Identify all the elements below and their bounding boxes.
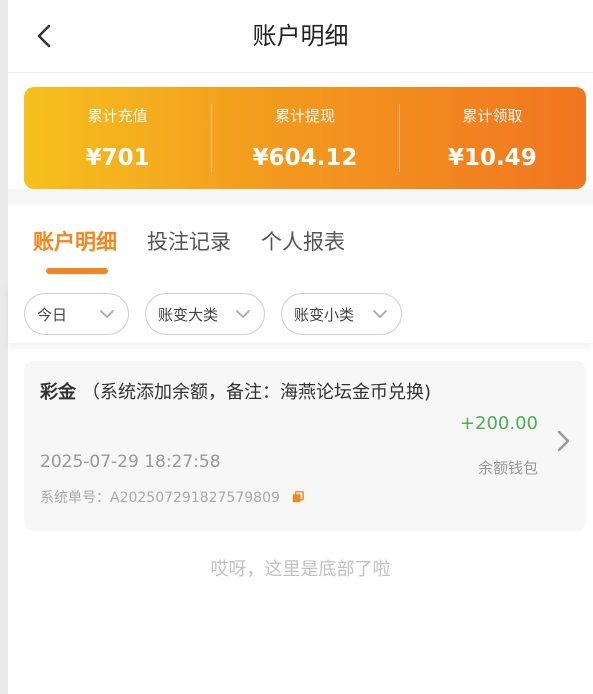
account-details-page: 账户明细 累计充值 ¥701 累计提现 ¥604.12 累计领取 ¥10.49 …	[8, 0, 593, 694]
order-number-text: 系统单号：A202507291827579809	[40, 490, 280, 506]
filter-bar: 今日 账变大类 账变小类	[8, 283, 593, 343]
summary-label: 累计领取	[462, 107, 523, 125]
filter-label: 账变大类	[158, 306, 219, 324]
tab-bet-records[interactable]: 投注记录	[147, 228, 231, 256]
page-title: 账户明细	[252, 22, 349, 50]
active-tab-indicator	[46, 268, 108, 274]
section-divider	[8, 189, 593, 205]
filter-label: 今日	[37, 306, 68, 324]
record-remark: （系统添加余额，备注：海燕论坛金币兑换)	[82, 382, 432, 403]
summary-value: ¥10.49	[447, 145, 537, 171]
record-time: 2025-07-29 18:27:58	[40, 452, 221, 472]
record-type: 彩金	[40, 382, 76, 403]
summary-total-claimed: 累计领取 ¥10.49	[398, 102, 586, 174]
filter-date-select[interactable]: 今日	[24, 293, 129, 335]
summary-label: 累计提现	[274, 107, 335, 125]
chevron-down-icon	[371, 307, 389, 321]
summary-value: ¥604.12	[252, 145, 358, 171]
summary-value: ¥701	[85, 145, 150, 171]
header-bar: 账户明细	[8, 0, 593, 73]
record-wallet: 余额钱包	[477, 459, 538, 477]
record-item[interactable]: 彩金 （系统添加余额，备注：海燕论坛金币兑换) 2025-07-29 18:27:…	[24, 361, 586, 531]
end-of-list-note: 哎呀，这里是底部了啦	[210, 559, 391, 580]
record-order-number: 系统单号：A202507291827579809	[40, 488, 305, 508]
summary-total-withdraw: 累计提现 ¥604.12	[211, 102, 398, 174]
tab-personal-report[interactable]: 个人报表	[261, 228, 345, 256]
filter-category-select[interactable]: 账变大类	[145, 293, 265, 335]
filter-label: 账变小类	[294, 306, 355, 324]
summary-label: 累计充值	[87, 107, 148, 125]
record-amount: +200.00	[459, 413, 538, 434]
filter-subcategory-select[interactable]: 账变小类	[281, 293, 402, 335]
copy-icon[interactable]	[292, 491, 305, 503]
tab-account-details[interactable]: 账户明细	[33, 228, 117, 256]
tab-bar: 账户明细 投注记录 个人报表	[8, 205, 593, 275]
summary-total-recharge: 累计充值 ¥701	[24, 102, 211, 174]
chevron-down-icon	[234, 307, 252, 321]
chevron-right-icon	[554, 427, 572, 455]
chevron-down-icon	[98, 307, 116, 321]
left-edge-strip	[0, 0, 8, 694]
summary-card: 累计充值 ¥701 累计提现 ¥604.12 累计领取 ¥10.49	[24, 87, 586, 189]
record-description: 彩金 （系统添加余额，备注：海燕论坛金币兑换)	[40, 379, 440, 407]
